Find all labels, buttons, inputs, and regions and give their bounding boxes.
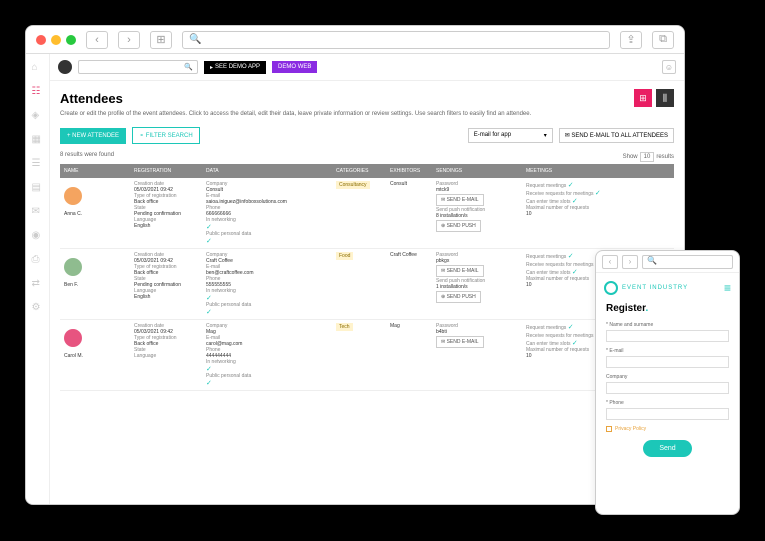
field-label: * Name and surname bbox=[606, 322, 729, 328]
category-tag: Consultancy bbox=[336, 181, 370, 189]
mobile-toolbar: ‹ › 🔍 bbox=[596, 251, 739, 273]
filter-search-button[interactable]: ⚬ FILTER SEARCH bbox=[132, 127, 200, 144]
category-tag: Tech bbox=[336, 323, 353, 331]
menu-icon[interactable]: ≡ bbox=[724, 281, 731, 295]
sidebar-icon[interactable]: ☰ bbox=[32, 158, 44, 170]
send-email-button[interactable]: ✉ SEND E-MAIL bbox=[436, 194, 484, 206]
desktop-window: ‹ › ⊞ 🔍 ⇪ ⧉ ⌂ ☷ ◈ ▦ ☰ ▤ ✉ ◉ ⎙ ⇄ ⚙ 🔍 ▸ SE… bbox=[25, 25, 685, 505]
close-icon[interactable] bbox=[36, 35, 46, 45]
page-title: Attendees bbox=[60, 91, 123, 106]
forward-button[interactable]: › bbox=[118, 31, 140, 49]
forward-button[interactable]: › bbox=[622, 255, 638, 269]
sidebar-icon[interactable]: ◉ bbox=[32, 230, 44, 242]
form-title: Register. bbox=[606, 303, 729, 314]
send-push-button[interactable]: ⊕ SEND PUSH bbox=[436, 291, 481, 303]
category-tag: Food bbox=[336, 252, 353, 260]
minimize-icon[interactable] bbox=[51, 35, 61, 45]
tabs-icon[interactable]: ⧉ bbox=[652, 31, 674, 49]
send-email-button[interactable]: ✉ SEND E-MAIL bbox=[436, 265, 484, 277]
attendee-name: Carol M. bbox=[64, 353, 126, 359]
name-input[interactable] bbox=[606, 330, 729, 342]
back-button[interactable]: ‹ bbox=[602, 255, 618, 269]
mobile-preview: ‹ › 🔍 EVENT INDUSTRY ≡ Register. * Name … bbox=[595, 250, 740, 515]
avatar bbox=[64, 187, 82, 205]
sidebar-icon[interactable]: ⇄ bbox=[32, 278, 44, 290]
field-label: Company bbox=[606, 374, 729, 380]
sidebar-icon[interactable]: ▤ bbox=[32, 182, 44, 194]
share-icon[interactable]: ⇪ bbox=[620, 31, 642, 49]
attendee-name: Anna C. bbox=[64, 211, 126, 217]
demo-web-button[interactable]: DEMO WEB bbox=[272, 61, 317, 73]
field-label: * Phone bbox=[606, 400, 729, 406]
send-email-button[interactable]: ✉ SEND E-MAIL bbox=[436, 336, 484, 348]
send-push-button[interactable]: ⊕ SEND PUSH bbox=[436, 220, 481, 232]
new-attendee-button[interactable]: + NEW ATTENDEE bbox=[60, 128, 126, 144]
table-row[interactable]: Ben F.Creation date05/03/2021 09:42Type … bbox=[60, 249, 674, 320]
sidebar-icon[interactable]: ◈ bbox=[32, 110, 44, 122]
table-header: NAME REGISTRATION DATA CATEGORIES EXHIBI… bbox=[60, 164, 674, 178]
user-icon[interactable]: ☺ bbox=[662, 60, 676, 74]
back-button[interactable]: ‹ bbox=[86, 31, 108, 49]
company-input[interactable] bbox=[606, 382, 729, 394]
privacy-checkbox[interactable]: Privacy Policy bbox=[606, 426, 729, 432]
demo-app-button[interactable]: ▸ SEE DEMO APP bbox=[204, 61, 266, 74]
phone-input[interactable] bbox=[606, 408, 729, 420]
avatar bbox=[64, 329, 82, 347]
sidebar-icon[interactable]: ▦ bbox=[32, 134, 44, 146]
send-email-all-button[interactable]: ✉ SEND E-MAIL TO ALL ATTENDEES bbox=[559, 128, 674, 143]
app-toolbar: 🔍 ▸ SEE DEMO APP DEMO WEB ☺ bbox=[50, 54, 684, 81]
traffic-lights bbox=[36, 35, 76, 45]
stats-icon[interactable]: ⫼ bbox=[656, 89, 674, 107]
table-body: Anna C.Creation date05/03/2021 09:42Type… bbox=[60, 178, 674, 391]
attendee-name: Ben F. bbox=[64, 282, 126, 288]
table-row[interactable]: Carol M.Creation date05/03/2021 09:42Typ… bbox=[60, 320, 674, 391]
brand-logo: EVENT INDUSTRY bbox=[604, 281, 688, 295]
attendees-icon[interactable]: ☷ bbox=[32, 86, 44, 98]
sidebar-icon[interactable]: ⚙ bbox=[32, 302, 44, 314]
app-logo-icon bbox=[58, 60, 72, 74]
search-input[interactable]: 🔍 bbox=[642, 255, 733, 269]
field-label: * E-mail bbox=[606, 348, 729, 354]
page-description: Create or edit the profile of the event … bbox=[60, 111, 674, 117]
send-button[interactable]: Send bbox=[643, 440, 691, 457]
sidebar-icon[interactable]: ✉ bbox=[32, 206, 44, 218]
search-input[interactable]: 🔍 bbox=[78, 60, 198, 74]
window-titlebar: ‹ › ⊞ 🔍 ⇪ ⧉ bbox=[26, 26, 684, 54]
table-row[interactable]: Anna C.Creation date05/03/2021 09:42Type… bbox=[60, 178, 674, 249]
grid-view-icon[interactable]: ⊞ bbox=[634, 89, 652, 107]
avatar bbox=[64, 258, 82, 276]
sidebar-icon[interactable]: ⎙ bbox=[32, 254, 44, 266]
email-type-select[interactable]: E-mail for app▾ bbox=[468, 128, 553, 143]
results-count: 8 results were found bbox=[60, 152, 114, 162]
sidebar-toggle-icon[interactable]: ⊞ bbox=[150, 31, 172, 49]
page-size-select[interactable]: 10 bbox=[640, 152, 655, 162]
home-icon[interactable]: ⌂ bbox=[32, 62, 44, 74]
main-content: 🔍 ▸ SEE DEMO APP DEMO WEB ☺ Attendees ⊞ … bbox=[50, 54, 684, 504]
logo-icon bbox=[604, 281, 618, 295]
sidebar: ⌂ ☷ ◈ ▦ ☰ ▤ ✉ ◉ ⎙ ⇄ ⚙ bbox=[26, 54, 50, 504]
email-input[interactable] bbox=[606, 356, 729, 368]
maximize-icon[interactable] bbox=[66, 35, 76, 45]
url-bar[interactable]: 🔍 bbox=[182, 31, 610, 49]
page-size: Show 10 results bbox=[623, 152, 674, 162]
